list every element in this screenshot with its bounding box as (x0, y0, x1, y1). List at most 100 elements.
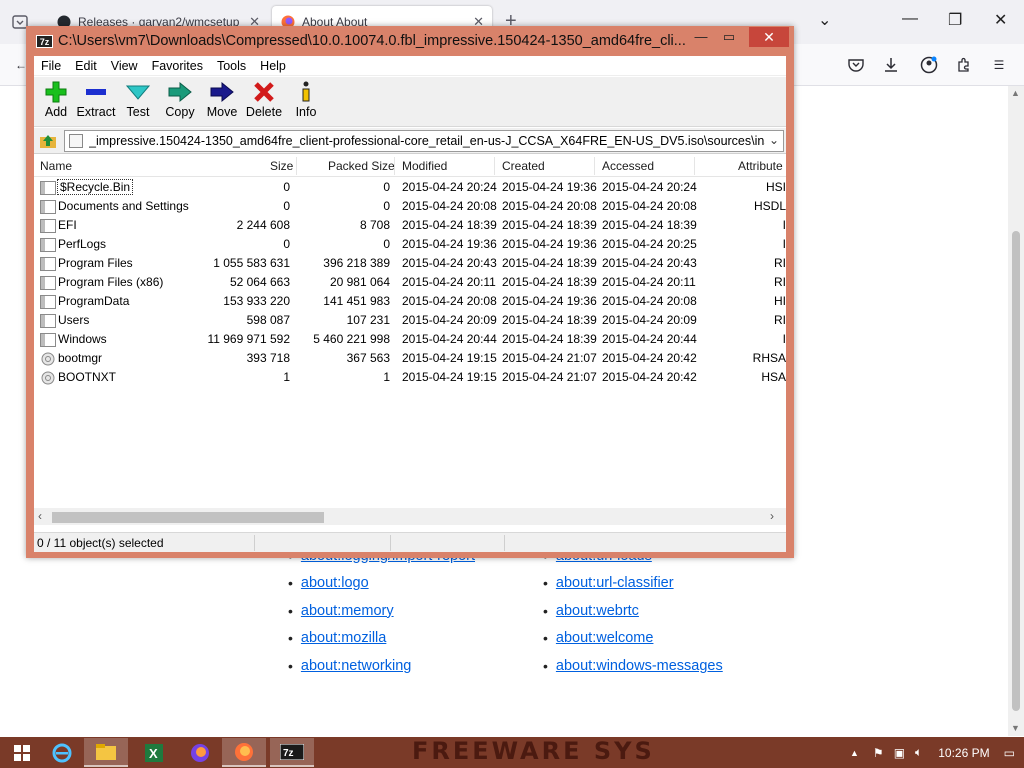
menu-tools[interactable]: Tools (210, 59, 253, 73)
volume-muted-icon[interactable]: 🔈︎ (915, 745, 922, 760)
7zip-taskbar-icon[interactable]: 7z (270, 738, 314, 767)
about-link[interactable]: about:mozilla (301, 630, 386, 646)
show-hidden-icons-icon[interactable]: ▲ (850, 748, 859, 758)
extensions-icon[interactable] (953, 54, 975, 76)
move-button[interactable]: Move (200, 79, 244, 125)
chevron-down-icon[interactable]: ⌄ (769, 133, 779, 147)
table-row[interactable]: $Recycle.Bin 0 0 2015-04-24 20:24 2015-04-24… (34, 178, 786, 197)
firefox-taskbar-icon-active[interactable] (222, 738, 266, 767)
column-attributes[interactable]: Attribute (738, 159, 783, 173)
excel-icon[interactable]: X (132, 738, 176, 767)
file-name: bootmgr (58, 351, 103, 365)
system-file-icon (40, 352, 56, 366)
extract-button[interactable]: Extract (74, 79, 118, 125)
column-created[interactable]: Created (502, 159, 545, 173)
scroll-down-icon[interactable]: ▼ (1011, 723, 1020, 733)
close-button[interactable]: ✕ (749, 27, 789, 47)
firefox-taskbar-icon[interactable] (178, 738, 222, 767)
scroll-left-icon[interactable]: ‹ (38, 509, 42, 523)
menu-edit[interactable]: Edit (68, 59, 104, 73)
scrollbar-thumb[interactable] (1012, 231, 1020, 711)
start-icon[interactable] (0, 738, 44, 767)
file-name: $Recycle.Bin (56, 179, 134, 195)
menu-favorites[interactable]: Favorites (145, 59, 210, 73)
table-row[interactable]: EFI 2 244 608 8 708 2015-04-24 18:39 2015-04… (34, 216, 786, 235)
internet-explorer-icon[interactable] (40, 738, 84, 767)
column-packed-size[interactable]: Packed Size (328, 159, 395, 173)
menu-file[interactable]: File (34, 59, 68, 73)
scrollbar-thumb[interactable] (52, 512, 324, 523)
file-size: 393 718 (246, 351, 290, 365)
file-size: 153 933 220 (223, 294, 290, 308)
maximize-icon[interactable]: ❐ (948, 10, 962, 30)
about-link[interactable]: about:logo (301, 575, 369, 591)
file-modified: 2015-04-24 20:08 (402, 294, 497, 308)
table-row[interactable]: BOOTNXT 1 1 2015-04-24 19:15 2015-04-24 21:0… (34, 368, 786, 387)
7zip-app-icon[interactable]: 7z (36, 35, 53, 48)
delete-button[interactable]: Delete (242, 79, 286, 125)
list-item: about:networking (288, 652, 475, 680)
table-row[interactable]: PerfLogs 0 0 2015-04-24 19:36 2015-04-24 19:… (34, 235, 786, 254)
system-file-icon (40, 371, 56, 385)
about-link[interactable]: about:url-classifier (556, 575, 674, 591)
downloads-icon[interactable] (880, 54, 902, 76)
about-link[interactable]: about:webrtc (556, 603, 639, 619)
maximize-button[interactable]: ▭ (714, 26, 744, 48)
menu-help[interactable]: Help (253, 59, 293, 73)
file-size: 52 064 663 (229, 275, 290, 289)
flag-icon[interactable]: ⚑ (873, 746, 884, 760)
scroll-up-icon[interactable]: ▲ (1011, 88, 1020, 98)
test-button[interactable]: Test (116, 79, 160, 125)
about-link[interactable]: about:windows-messages (556, 658, 723, 674)
file-size: 598 087 (246, 313, 290, 327)
copy-button[interactable]: Copy (158, 79, 202, 125)
table-row[interactable]: Windows 11 969 971 592 5 460 221 998 2015-0… (34, 330, 786, 349)
pocket-icon[interactable] (845, 54, 867, 76)
path-input[interactable]: _impressive.150424-1350_amd64fre_client-… (64, 130, 784, 152)
table-row[interactable]: Documents and Settings 0 0 2015-04-24 20:08… (34, 197, 786, 216)
close-window-icon[interactable]: ✕ (994, 10, 1007, 30)
list-all-tabs-icon[interactable]: ⌄ (818, 10, 831, 30)
page-scrollbar[interactable]: ▲ ▼ (1008, 86, 1024, 736)
network-icon[interactable]: ▣ (894, 746, 905, 760)
about-link[interactable]: about:memory (301, 603, 394, 619)
scroll-right-icon[interactable]: › (770, 509, 774, 523)
table-row[interactable]: Program Files 1 055 583 631 396 218 389 201… (34, 254, 786, 273)
file-packed-size: 8 708 (359, 218, 390, 232)
table-row[interactable]: ProgramData 153 933 220 141 451 983 2015-04… (34, 292, 786, 311)
column-name[interactable]: Name (40, 159, 72, 173)
table-row[interactable]: Users 598 087 107 231 2015-04-24 20:09 2015-… (34, 311, 786, 330)
table-row[interactable]: Program Files (x86) 52 064 663 20 981 064 2… (34, 273, 786, 292)
folder-icon (40, 181, 56, 195)
status-bar: 0 / 11 object(s) selected (34, 532, 786, 552)
file-name: BOOTNXT (58, 370, 117, 384)
selection-status: 0 / 11 object(s) selected (37, 536, 164, 550)
svg-text:X: X (149, 746, 158, 761)
horizontal-scrollbar[interactable]: ‹ › (34, 508, 786, 525)
menu-view[interactable]: View (104, 59, 145, 73)
minimize-button[interactable]: — (686, 26, 716, 48)
about-link[interactable]: about:networking (301, 658, 411, 674)
add-button[interactable]: Add (34, 79, 78, 125)
file-accessed: 2015-04-24 20:42 (602, 351, 697, 365)
info-button[interactable]: Info (284, 79, 328, 125)
column-size[interactable]: Size (270, 159, 293, 173)
clock-time[interactable]: 10:26 PM (938, 746, 989, 760)
folder-icon (40, 333, 56, 347)
table-row[interactable]: bootmgr 393 718 367 563 2015-04-24 19:15 201… (34, 349, 786, 368)
file-attributes: RI (774, 313, 786, 327)
minus-icon (74, 79, 118, 105)
file-packed-size: 1 (383, 370, 390, 384)
window-titlebar[interactable]: 7z C:\Users\vm7\Downloads\Compressed\10.… (26, 26, 794, 56)
column-accessed[interactable]: Accessed (602, 159, 654, 173)
file-explorer-icon[interactable] (84, 738, 128, 767)
folder-up-icon[interactable] (38, 132, 58, 150)
file-name: Program Files (58, 256, 133, 270)
notifications-icon[interactable]: ▭ (1004, 746, 1015, 760)
column-modified[interactable]: Modified (402, 159, 447, 173)
about-link[interactable]: about:welcome (556, 630, 654, 646)
account-icon[interactable] (918, 54, 940, 76)
file-list[interactable]: Name Size Packed Size Modified Created A… (34, 155, 786, 525)
menu-icon[interactable]: ☰ (988, 54, 1010, 76)
minimize-icon[interactable]: — (902, 10, 918, 28)
